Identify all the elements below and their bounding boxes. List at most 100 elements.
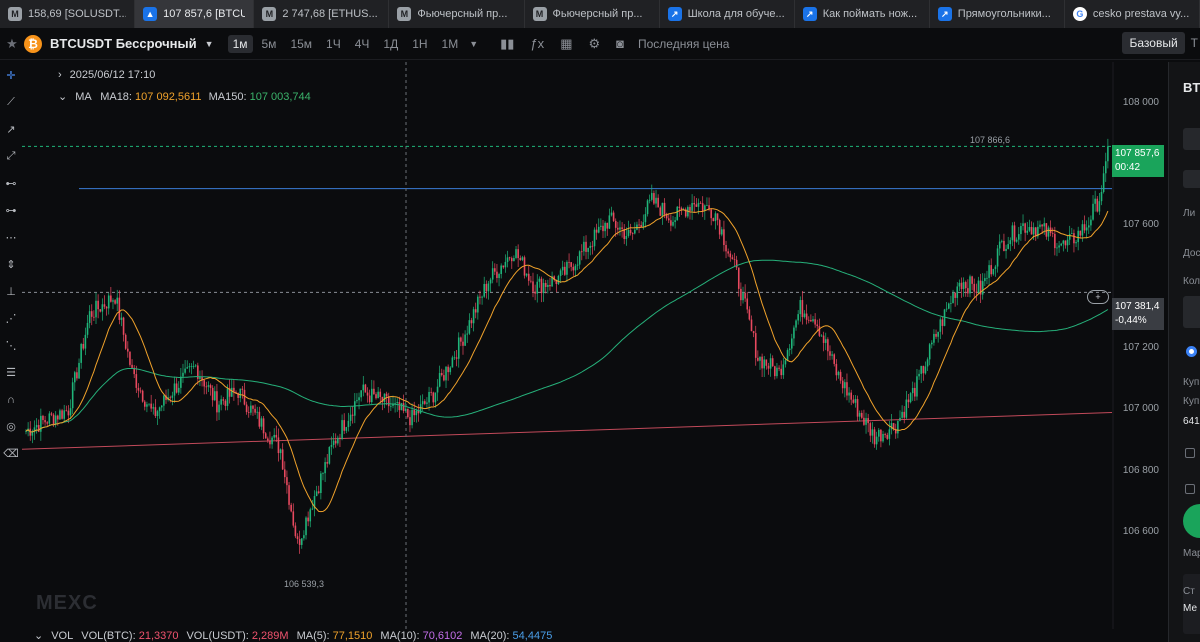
favorite-star-icon[interactable]: ★ — [0, 36, 24, 52]
candle-body — [513, 258, 515, 262]
pattern-icon[interactable]: ⋱ — [0, 332, 22, 359]
vol-ma10-label: MA(10): — [380, 629, 420, 642]
browser-tab[interactable]: ↗ Школа для обуче... — [660, 0, 795, 28]
candle-body — [911, 387, 914, 394]
timeframe-2[interactable]: 15м — [285, 35, 317, 53]
candle-body — [97, 300, 99, 310]
trend-line-icon[interactable]: ⟋ — [0, 89, 22, 116]
timeframe-dropdown-icon[interactable]: ▼ — [469, 39, 478, 49]
browser-tab[interactable]: M Фьючерсный пр... — [389, 0, 525, 28]
timeframe-0[interactable]: 1м — [227, 34, 253, 53]
candle-body — [324, 462, 326, 474]
candle-body — [332, 440, 335, 446]
magnet-icon[interactable]: ∩ — [0, 386, 22, 413]
candle-type-icon[interactable]: ▮▮ — [500, 36, 514, 52]
order-type-tabs[interactable] — [1183, 170, 1200, 188]
candle-body — [595, 229, 598, 233]
timeframe-3[interactable]: 1Ч — [321, 35, 346, 53]
candle-body — [207, 385, 210, 387]
horizontal-line-icon[interactable]: ⊷ — [0, 170, 22, 197]
browser-tab-label: Прямоугольники... — [957, 8, 1051, 20]
symbol-dropdown-icon[interactable]: ▼ — [205, 39, 214, 49]
timeframe-6[interactable]: 1Н — [407, 35, 432, 53]
add-alert-icon[interactable]: + — [1087, 290, 1109, 304]
candle-body — [814, 319, 816, 325]
browser-tab[interactable]: Gcesko prestava vy... — [1065, 0, 1200, 28]
candle-body — [833, 354, 836, 364]
chart-arrow-icon: ↗ — [802, 7, 817, 21]
candle-body — [521, 257, 524, 260]
browser-tab[interactable]: ▲ 107 857,6 [BTCUS... — [135, 0, 255, 28]
datetime-legend: › 2025/06/12 17:10 — [58, 69, 155, 81]
candle-body — [593, 229, 596, 247]
browser-tab[interactable]: M 2 747,68 [ETHUS... — [254, 0, 390, 28]
crosshair-icon[interactable]: ✛ — [0, 62, 22, 89]
candle-body — [886, 434, 889, 439]
price-chart[interactable]: › 2025/06/12 17:10 ⌄ MA MA18: 107 092,5611… — [22, 62, 1167, 629]
candle-body — [243, 389, 246, 405]
camera-icon[interactable]: ◙ — [616, 36, 624, 51]
horizontal-ray-icon[interactable]: ⊶ — [0, 197, 22, 224]
candle-body — [727, 251, 729, 254]
symbol-selector[interactable]: BTCUSDT Бессрочный — [50, 36, 197, 51]
quantity-input[interactable] — [1183, 296, 1200, 328]
browser-tab[interactable]: ↗ Прямоугольники... — [930, 0, 1065, 28]
candle-body — [530, 280, 532, 282]
chevron-right-icon[interactable]: › — [58, 69, 62, 81]
candle-body — [899, 417, 901, 421]
candle-body — [994, 266, 997, 269]
reduce-only-checkbox[interactable] — [1185, 484, 1195, 494]
candle-countdown: 00:42 — [1115, 162, 1141, 173]
timeframe-1[interactable]: 5м — [257, 35, 282, 53]
ray-icon[interactable]: ↗ — [0, 116, 22, 143]
fib-levels-icon[interactable]: ☰ — [0, 359, 22, 386]
price-type-selector[interactable]: Последняя цена — [638, 37, 729, 51]
extended-line-icon[interactable]: ⤢ — [0, 143, 22, 170]
candle-body — [1013, 225, 1016, 242]
candlestick-chart[interactable] — [22, 62, 1167, 629]
percent-slider-handle[interactable] — [1186, 346, 1197, 357]
layout-grid-icon[interactable]: ▦ — [560, 36, 572, 52]
candle-body — [945, 308, 948, 310]
candle-body — [71, 382, 74, 409]
browser-tab[interactable]: M Фьючерсный пр... — [525, 0, 660, 28]
timeframe-4[interactable]: 4Ч — [350, 35, 375, 53]
candle-body — [103, 304, 106, 307]
candle-body — [67, 410, 70, 416]
candle-body — [409, 417, 411, 426]
browser-tab[interactable]: M 158,69 [SOLUSDT... — [0, 0, 136, 28]
chevron-down-icon[interactable]: ⌄ — [58, 91, 67, 103]
tp-sl-checkbox[interactable] — [1185, 448, 1195, 458]
candle-body — [786, 350, 789, 361]
tradingview-chart-button[interactable]: T — [1191, 36, 1200, 50]
hide-drawings-icon[interactable]: ◎ — [0, 413, 22, 440]
limit-tab[interactable]: Ли — [1183, 208, 1195, 219]
settings-icon[interactable]: ⚙ — [588, 36, 600, 52]
trash-icon[interactable]: ⌫ — [0, 440, 22, 467]
candle-body — [629, 229, 632, 234]
margin-mode-button[interactable] — [1183, 128, 1200, 150]
chevron-down-icon[interactable]: ⌄ — [34, 629, 43, 642]
candle-body — [1085, 227, 1088, 231]
browser-tab[interactable]: ↗ Как поймать нож... — [795, 0, 930, 28]
open-long-button[interactable] — [1183, 504, 1200, 538]
candle-body — [1032, 227, 1035, 235]
candle-body — [1001, 240, 1003, 242]
candle-body — [863, 417, 865, 425]
candle-body — [190, 366, 193, 368]
candle-body — [453, 357, 456, 359]
timeframe-7[interactable]: 1М — [437, 35, 464, 53]
candle-body — [101, 304, 104, 312]
timeframe-5[interactable]: 1Д — [378, 35, 403, 53]
vertical-line-icon[interactable]: ⇕ — [0, 251, 22, 278]
parallel-channel-icon[interactable]: ⋯ — [0, 224, 22, 251]
candle-body — [888, 429, 891, 439]
price-range-icon[interactable]: ⊥ — [0, 278, 22, 305]
candle-body — [850, 392, 852, 400]
candle-body — [69, 408, 72, 416]
fib-retracement-icon[interactable]: ⋰ — [0, 305, 22, 332]
candle-body — [78, 362, 80, 379]
candle-body — [1077, 230, 1079, 243]
base-chart-button[interactable]: Базовый — [1122, 32, 1185, 54]
indicators-icon[interactable]: ƒx — [530, 36, 544, 51]
